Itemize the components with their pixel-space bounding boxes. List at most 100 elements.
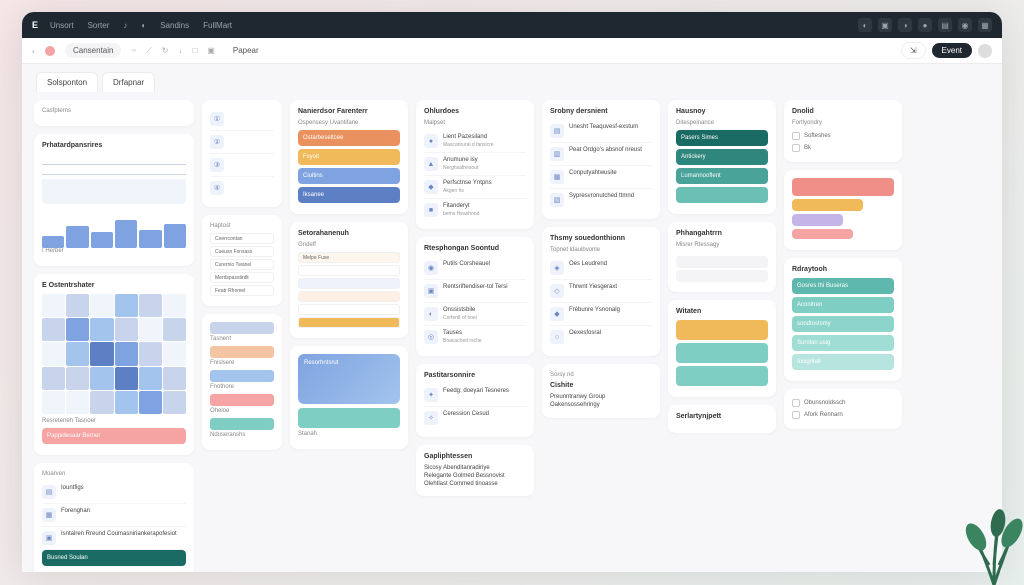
toolbar-tab[interactable]: Papear — [225, 43, 267, 58]
toolbar-icon[interactable]: □ — [192, 46, 197, 55]
list-item[interactable]: ③ — [210, 154, 274, 177]
list-item[interactable] — [298, 265, 400, 276]
stack-item[interactable] — [210, 394, 274, 406]
teal-item[interactable]: Aconitren — [792, 297, 894, 313]
toolbar-tab[interactable]: Cansentain — [65, 43, 121, 58]
list-item[interactable]: ② — [210, 131, 274, 154]
stack-item[interactable] — [210, 322, 274, 334]
block[interactable] — [676, 366, 768, 386]
list-item[interactable]: ◆Perfsctnse YntpnsAkgen hs — [424, 176, 526, 199]
menu-item[interactable]: FullMart — [203, 21, 232, 30]
list-item-active[interactable]: Busned Soulan — [42, 550, 186, 566]
menu-item[interactable]: Sorter — [88, 21, 110, 30]
block[interactable] — [676, 343, 768, 363]
list-item[interactable]: ●Lient PazesilandMascanrural d fansicre — [424, 130, 526, 153]
list-item[interactable]: Melpe Fuse — [298, 252, 400, 263]
list-item[interactable]: ① — [210, 108, 274, 131]
menu-icon[interactable]: ◐ — [141, 21, 146, 30]
teal-row[interactable]: Lumannooflent — [676, 168, 768, 184]
color-bar[interactable] — [792, 199, 863, 211]
gradient-panel[interactable]: Resorhntsrut — [298, 354, 400, 404]
color-row[interactable]: Ostarbeseltcee — [298, 130, 400, 146]
list-item[interactable]: ✦Feedg: doeyari Tesneres — [424, 384, 526, 407]
toolbar-icon[interactable]: ↓ — [178, 46, 182, 55]
block[interactable] — [676, 320, 768, 340]
list-item[interactable]: ○Oexesfosral — [550, 326, 652, 348]
color-bar[interactable] — [792, 229, 853, 239]
list-item[interactable]: ◉Putils Corsheauel — [424, 257, 526, 280]
topbar-icon[interactable]: ● — [918, 18, 932, 32]
tab[interactable]: Solsponton — [36, 72, 98, 92]
list-item[interactable]: ◈Oes Leudrend — [550, 257, 652, 280]
stack-item[interactable] — [210, 346, 274, 358]
list-item[interactable]: ▦Forenghan — [42, 504, 186, 527]
menu-icon[interactable]: ♪ — [123, 21, 127, 30]
list-item[interactable]: ▤Unesht Teaquvesf-exstum — [550, 120, 652, 143]
teal-item[interactable]: sondtostsmy — [792, 316, 894, 332]
color-row[interactable]: Fsyoit — [298, 149, 400, 165]
list-item[interactable]: ◆Frébunre Ysnonalg — [550, 303, 652, 326]
checkbox-icon[interactable] — [792, 132, 800, 140]
list-item[interactable]: ④ — [210, 177, 274, 199]
tab[interactable]: Drfapnar — [102, 72, 155, 92]
list-item[interactable]: Merdspasstintlt — [210, 272, 274, 283]
list-item[interactable]: ▥Peat Ordgo's absnof nreust — [550, 143, 652, 166]
teal-row[interactable]: Pasers Simes — [676, 130, 768, 146]
list-item[interactable] — [298, 291, 400, 302]
topbar-icon[interactable]: ◑ — [898, 18, 912, 32]
checkbox-row[interactable]: Obunsnoidssch — [792, 397, 894, 409]
list-item[interactable]: Datashanct minn — heckouten — [42, 569, 186, 572]
toolbar-icon[interactable]: ⟋ — [146, 46, 152, 56]
topbar-icon[interactable]: ▣ — [878, 18, 892, 32]
list-item[interactable] — [298, 278, 400, 289]
list-item[interactable]: ■Fitanderytbems Heashond — [424, 199, 526, 221]
brand-logo[interactable]: E — [32, 20, 38, 30]
checkbox-row[interactable]: Bk — [792, 142, 894, 154]
topbar-icon[interactable]: ◐ — [858, 18, 872, 32]
topbar-icon[interactable]: ◉ — [958, 18, 972, 32]
menu-item[interactable]: Sandins — [160, 21, 189, 30]
topbar-icon[interactable]: ▦ — [978, 18, 992, 32]
color-bar[interactable] — [792, 214, 843, 226]
checkbox-icon[interactable] — [792, 411, 800, 419]
list-item[interactable]: ▦Conputyahtwusite — [550, 166, 652, 189]
teal-item[interactable]: Iüsigritall — [792, 354, 894, 370]
list-item[interactable]: ▣Rentsriftendiser-tol Tersi — [424, 280, 526, 303]
event-button[interactable]: Event — [932, 43, 972, 58]
list-item[interactable]: ◇Thrwnt Yiesgeraxt — [550, 280, 652, 303]
back-icon[interactable]: ‹ — [32, 46, 35, 56]
list-item[interactable]: ✧Ceression Cesud — [424, 407, 526, 429]
list-item[interactable]: Featr Rhomel — [210, 285, 274, 296]
stack-item[interactable] — [210, 370, 274, 382]
export-button[interactable]: ⇲ — [901, 42, 926, 59]
checkbox-row[interactable]: Softeshes — [792, 130, 894, 142]
list-item[interactable]: ▧Sypresvronutched ttmnd — [550, 189, 652, 211]
list-item[interactable] — [298, 317, 400, 328]
list-item[interactable]: Ceerrcontan — [210, 233, 274, 244]
list-item[interactable]: ▣Isntalren Rreund Coumasniriankerapofesi… — [42, 527, 186, 550]
toolbar-icon[interactable]: ↻ — [162, 46, 169, 55]
footer-pill[interactable]: Pappidesaar Berner — [42, 428, 186, 444]
color-row[interactable]: Iksanee — [298, 187, 400, 203]
list-item[interactable]: Cueusn Fsnsass — [210, 246, 274, 257]
color-row[interactable]: Ciultins — [298, 168, 400, 184]
checkbox-icon[interactable] — [792, 399, 800, 407]
toolbar-icon[interactable]: ▣ — [207, 46, 215, 55]
avatar[interactable] — [978, 44, 992, 58]
list-item[interactable]: Curernio Twanel — [210, 259, 274, 270]
teal-row[interactable] — [676, 187, 768, 203]
toolbar-icon[interactable]: ~ — [131, 46, 136, 55]
stack-item[interactable] — [210, 418, 274, 430]
color-bar[interactable] — [792, 178, 894, 196]
list-item[interactable]: ◎TausesBoacached rsche — [424, 326, 526, 348]
teal-item[interactable]: Gosres thi Buseras — [792, 278, 894, 294]
list-item[interactable]: ▲Anumune isyNerghsathesout — [424, 153, 526, 176]
checkbox-icon[interactable] — [792, 144, 800, 152]
topbar-icon[interactable]: ▤ — [938, 18, 952, 32]
list-item[interactable]: ◐OnssistsbileCorfenlt of hoei — [424, 303, 526, 326]
list-item[interactable]: ▤Iountfigs — [42, 481, 186, 504]
list-item[interactable] — [298, 304, 400, 315]
checkbox-row[interactable]: Afork Rennarn — [792, 409, 894, 421]
teal-row[interactable]: Antickery — [676, 149, 768, 165]
teal-item[interactable]: Surolan usig — [792, 335, 894, 351]
